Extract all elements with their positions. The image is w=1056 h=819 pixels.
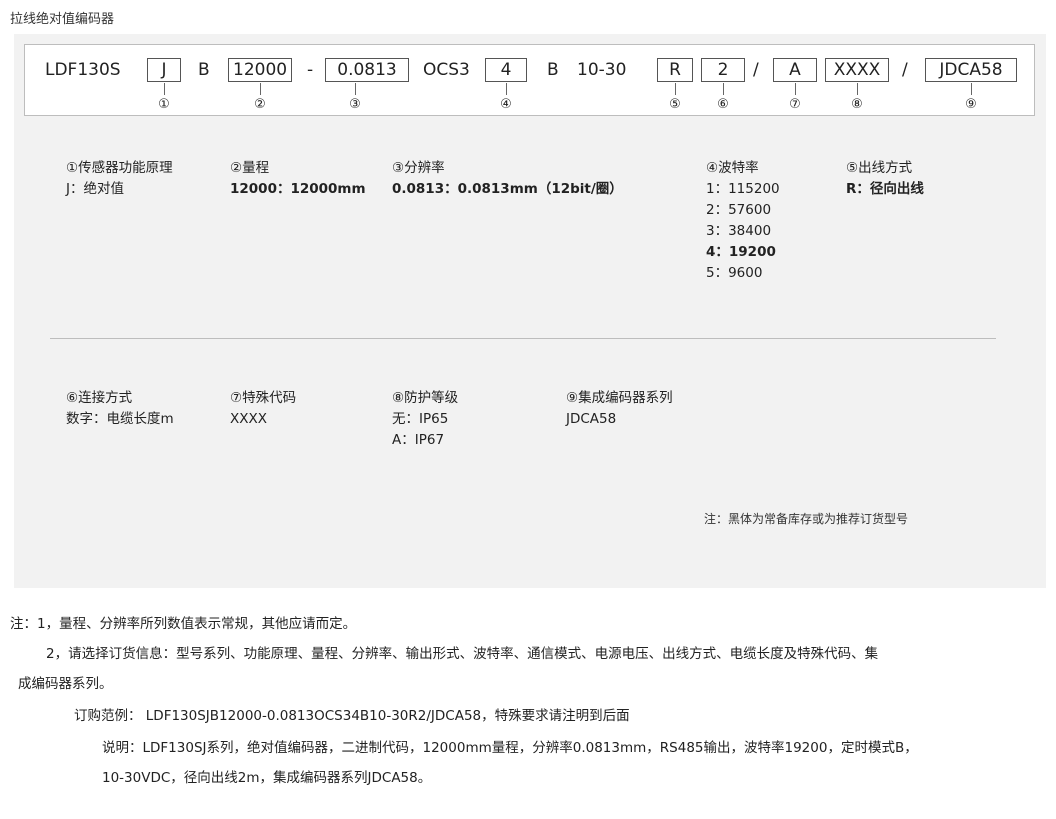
order-example: 订购范例： LDF130SJB12000-0.0813OCS34B10-30R2… — [74, 708, 630, 724]
legend-title: ④波特率 — [706, 160, 759, 176]
note-1: 注：1，量程、分辨率所列数值表示常规，其他应请而定。 — [10, 616, 357, 632]
legend-title: ②量程 — [230, 160, 270, 176]
legend-option: 数字：电缆长度m — [66, 411, 174, 427]
legend-option: 0.0813：0.0813mm（12bit/圈） — [392, 181, 623, 197]
code-slash-1: / — [753, 60, 759, 80]
code-dash: - — [307, 60, 314, 80]
code-box-special: XXXX — [825, 58, 889, 82]
legend-title: ③分辨率 — [392, 160, 445, 176]
code-box-baud: 4 — [485, 58, 527, 82]
legend-option: 无：IP65 — [392, 411, 449, 427]
code-box-encoder-series: JDCA58 — [925, 58, 1017, 82]
legend-option: J：绝对值 — [66, 181, 124, 197]
legend-option: 2：57600 — [706, 202, 772, 218]
legend-option: A：IP67 — [392, 432, 445, 448]
legend-baud: ④波特率 1：115200 2：57600 3：38400 4：19200 5：… — [706, 158, 780, 284]
legend-cable-exit: ⑤出线方式 R：径向出线 — [846, 158, 924, 200]
example-explain-line-2: 10-30VDC，径向出线2m，集成编码器系列JDCA58。 — [102, 770, 432, 786]
legend-principle: ①传感器功能原理 J：绝对值 — [66, 158, 173, 200]
legend-title: ⑧防护等级 — [392, 390, 459, 406]
code-box-protection: A — [773, 58, 817, 82]
legend-option: 1：115200 — [706, 181, 780, 197]
note-2-line-2: 成编码器系列。 — [18, 676, 113, 692]
code-slash-2: / — [902, 60, 908, 80]
model-code-bar: LDF130S J B 12000 - 0.0813 OCS3 4 B 10-3… — [24, 44, 1035, 116]
legend-title: ⑦特殊代码 — [230, 390, 297, 406]
legend-option: R：径向出线 — [846, 181, 924, 197]
code-mode: OCS3 — [423, 60, 470, 80]
legend-special: ⑦特殊代码 XXXX — [230, 388, 296, 430]
note-2-line-1: 2，请选择订货信息：型号系列、功能原理、量程、分辨率、输出形式、波特率、通信模式… — [46, 646, 879, 662]
code-box-range: 12000 — [228, 58, 292, 82]
code-series: LDF130S — [45, 60, 121, 80]
legend-option: 12000：12000mm — [230, 181, 366, 197]
code-box-resolution: 0.0813 — [325, 58, 409, 82]
code-box-cable-exit: R — [657, 58, 693, 82]
stock-note: 注：黑体为常备库存或为推荐订货型号 — [704, 512, 909, 526]
legend-connection: ⑥连接方式 数字：电缆长度m — [66, 388, 174, 430]
legend-title: ⑥连接方式 — [66, 390, 133, 406]
order-code-panel: LDF130S J B 12000 - 0.0813 OCS3 4 B 10-3… — [14, 34, 1046, 588]
legend-protection: ⑧防护等级 无：IP65 A：IP67 — [392, 388, 458, 451]
legend-range: ②量程 12000：12000mm — [230, 158, 366, 200]
example-explain-line-1: 说明：LDF130SJ系列，绝对值编码器，二进制代码，12000mm量程，分辨率… — [102, 740, 918, 756]
legend-title: ⑤出线方式 — [846, 160, 913, 176]
code-voltage: 10-30 — [577, 60, 627, 80]
legend-option: 5：9600 — [706, 265, 763, 281]
legend-option: 4：19200 — [706, 244, 776, 260]
legend-title: ⑨集成编码器系列 — [566, 390, 673, 406]
code-box-connection: 2 — [701, 58, 745, 82]
code-box-principle: J — [147, 58, 181, 82]
legend-encoder-series: ⑨集成编码器系列 JDCA58 — [566, 388, 673, 430]
legend-option: JDCA58 — [566, 411, 617, 427]
legend-title: ①传感器功能原理 — [66, 160, 173, 176]
legend-resolution: ③分辨率 0.0813：0.0813mm（12bit/圈） — [392, 158, 623, 200]
code-timing: B — [547, 60, 559, 80]
code-output: B — [198, 60, 210, 80]
legend-option: 3：38400 — [706, 223, 772, 239]
legend-option: XXXX — [230, 411, 267, 427]
page-title: 拉线绝对值编码器 — [10, 12, 115, 27]
section-divider — [50, 338, 996, 339]
